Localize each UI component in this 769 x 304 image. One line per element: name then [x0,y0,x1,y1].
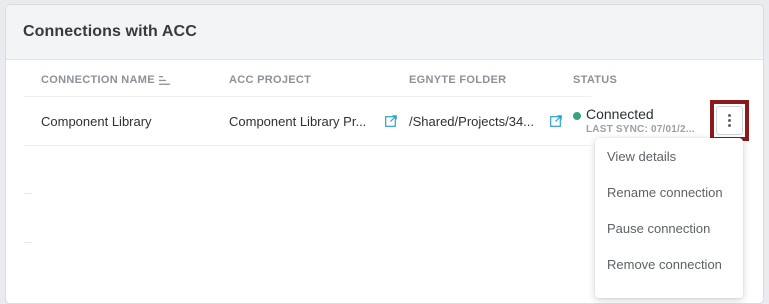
menu-item-remove-connection[interactable]: Remove connection [595,246,743,282]
column-header-label: EGNYTE FOLDER [409,74,507,86]
menu-item-rename-connection[interactable]: Rename connection [595,174,743,210]
sort-icon[interactable] [158,75,170,85]
column-header-acc-project: ACC PROJECT [229,74,311,86]
more-actions-button[interactable] [716,106,743,135]
panel-header: Connections with ACC [6,5,763,60]
column-header-label: ACC PROJECT [229,74,312,86]
external-link-icon[interactable] [385,115,397,127]
status-indicator-dot [573,112,581,120]
placeholder-row-tick [24,242,32,243]
more-vertical-icon [728,114,731,117]
menu-item-view-details[interactable]: View details [595,138,743,174]
placeholder-row-tick [24,193,32,194]
menu-item-pause-connection[interactable]: Pause connection [595,210,743,246]
connection-name-cell: Component Library [41,114,152,129]
panel-title: Connections with ACC [23,23,197,40]
column-header-label: STATUS [573,74,618,86]
header-divider [24,96,591,97]
column-header-egnyte-folder: EGNYTE FOLDER [409,74,506,86]
last-sync-label: LAST SYNC: 07/01/2... [586,124,695,135]
egnyte-folder-cell: /Shared/Projects/34... [409,114,535,129]
more-vertical-icon-dot [728,119,731,122]
actions-menu: View details Rename connection Pause con… [595,138,743,298]
status-label: Connected [586,106,654,122]
column-header-connection-name[interactable]: CONNECTION NAME [41,74,170,86]
external-link-icon[interactable] [550,115,562,127]
column-header-label: CONNECTION NAME [41,74,155,86]
column-header-status: STATUS [573,74,617,86]
acc-project-cell: Component Library Pr... [229,114,367,129]
row-divider [24,145,591,146]
more-vertical-icon-dot [728,124,731,127]
